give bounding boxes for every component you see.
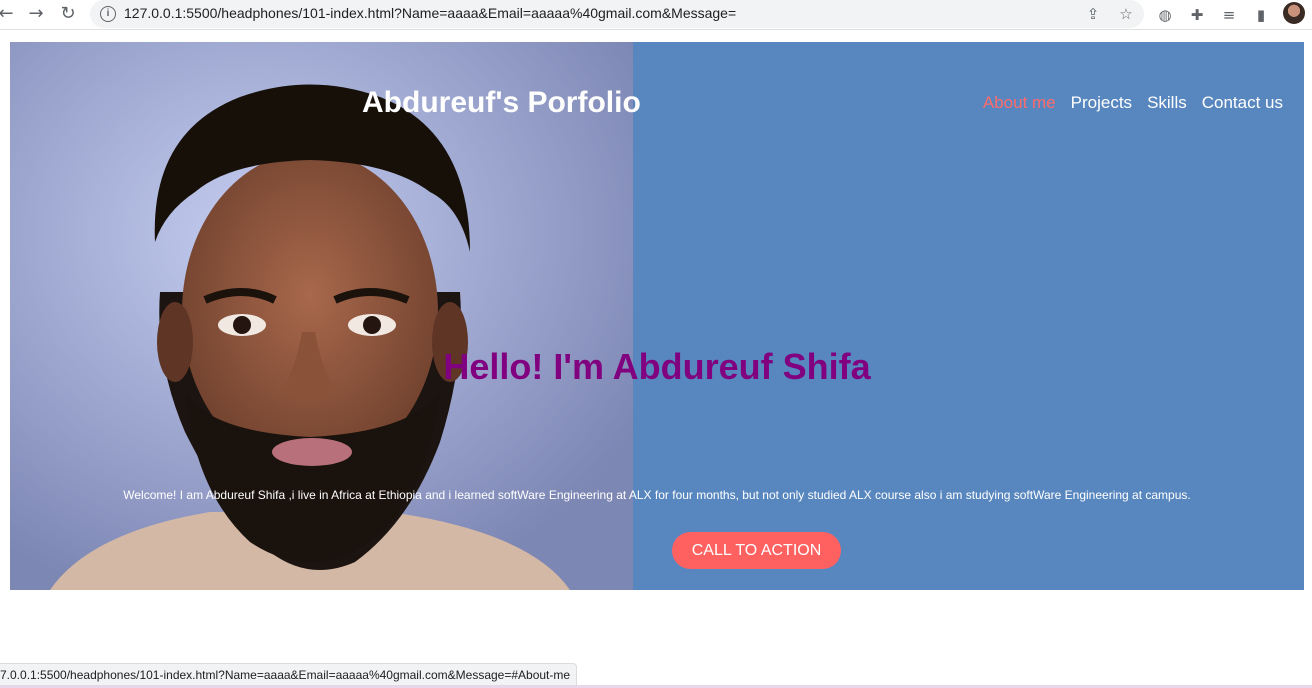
globe-icon[interactable]: ◍ (1154, 4, 1176, 26)
profile-avatar[interactable] (1283, 2, 1305, 24)
nav-link-contact-us[interactable]: Contact us (1202, 93, 1283, 113)
forward-icon[interactable]: → (24, 3, 48, 25)
address-bar[interactable]: i 127.0.0.1:5500/headphones/101-index.ht… (90, 0, 1144, 28)
media-icon[interactable]: ≡ (1218, 4, 1240, 26)
url-text[interactable]: 127.0.0.1:5500/headphones/101-index.html… (124, 5, 736, 21)
welcome-text: Welcome! I am Abdureuf Shifa ,i live in … (123, 488, 1191, 502)
browser-toolbar: ← → ↻ i 127.0.0.1:5500/headphones/101-in… (0, 0, 1312, 30)
back-icon[interactable]: ← (0, 3, 18, 25)
nav-link-skills[interactable]: Skills (1147, 93, 1187, 113)
star-icon[interactable]: ☆ (1116, 4, 1136, 24)
main-nav: About me Projects Skills Contact us (983, 93, 1283, 113)
site-title: Abdureuf's Porfolio (362, 86, 641, 119)
share-icon[interactable]: ⇪ (1083, 4, 1103, 24)
nav-link-projects[interactable]: Projects (1071, 93, 1132, 113)
info-icon[interactable]: i (100, 6, 116, 22)
call-to-action-button[interactable]: CALL TO ACTION (672, 532, 841, 569)
extensions-icon[interactable]: ✚ (1186, 4, 1208, 26)
portrait-illustration (10, 42, 633, 590)
reload-icon[interactable]: ↻ (56, 3, 80, 25)
hero-section: Abdureuf's Porfolio About me Projects Sk… (10, 42, 1304, 590)
link-status-bar: 7.0.0.1:5500/headphones/101-index.html?N… (0, 663, 578, 685)
side-panel-icon[interactable]: ▮ (1250, 4, 1272, 26)
hero-heading: Hello! I'm Abdureuf Shifa (443, 346, 871, 387)
nav-link-about-me[interactable]: About me (983, 93, 1056, 113)
status-url: 7.0.0.1:5500/headphones/101-index.html?N… (0, 668, 571, 682)
profile-photo (10, 42, 633, 590)
